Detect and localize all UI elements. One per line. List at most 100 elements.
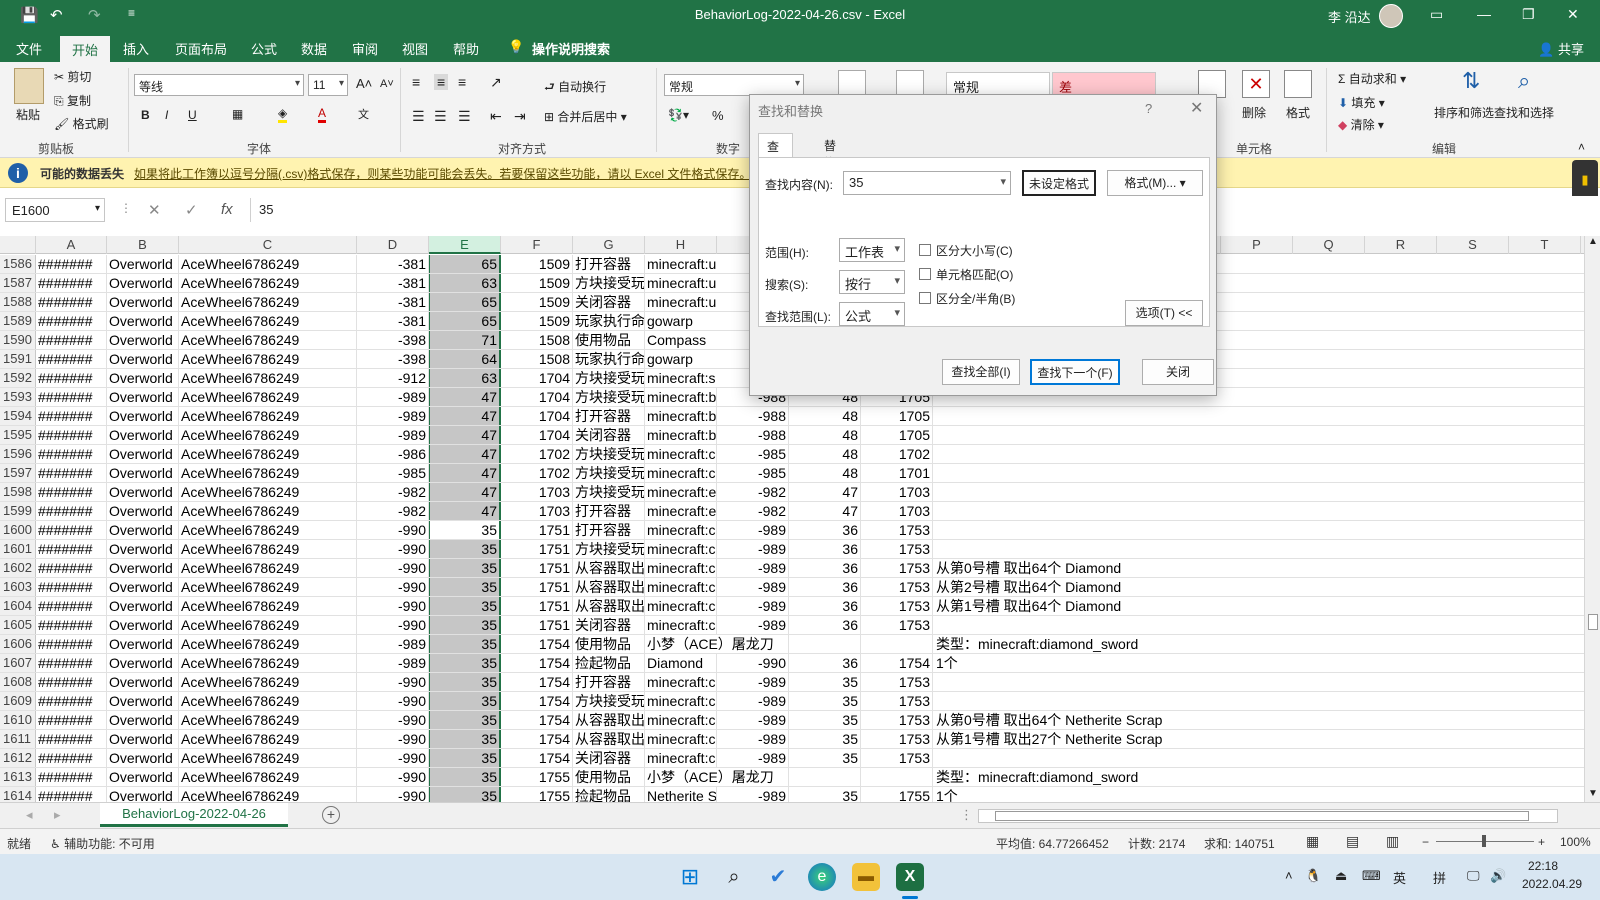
cell-h[interactable]: minecraft:b	[645, 388, 717, 406]
cell-g[interactable]: 方块接受玩	[573, 540, 645, 558]
cell-b[interactable]: Overworld	[107, 350, 179, 368]
cell-j[interactable]: 36	[789, 616, 861, 634]
cell-b[interactable]: Overworld	[107, 369, 179, 387]
chevron-down-icon[interactable]: ▾	[1000, 175, 1006, 188]
cell-k[interactable]: 1705	[861, 426, 933, 444]
cell-h[interactable]: minecraft:c	[645, 540, 717, 558]
row-header[interactable]: 1588	[0, 293, 36, 311]
scroll-down-icon[interactable]: ▼	[1588, 788, 1598, 799]
cell-l[interactable]	[933, 426, 936, 444]
cell-d[interactable]: -990	[357, 521, 429, 539]
qq-icon[interactable]: 🐧	[1305, 868, 1321, 884]
column-header-h[interactable]: H	[645, 236, 717, 254]
side-tool-icon[interactable]: ▮	[1572, 160, 1598, 200]
volume-icon[interactable]: 🔊	[1490, 868, 1506, 884]
cell-a[interactable]: #######	[36, 312, 107, 330]
cell-b[interactable]: Overworld	[107, 578, 179, 596]
row-header[interactable]: 1589	[0, 312, 36, 330]
cell-e[interactable]: 47	[429, 388, 501, 406]
cell-b[interactable]: Overworld	[107, 388, 179, 406]
cell-l[interactable]	[933, 749, 936, 767]
cell-a[interactable]: #######	[36, 711, 107, 729]
cell-i[interactable]: -982	[717, 483, 789, 501]
cell-k[interactable]: 1703	[861, 502, 933, 520]
file-explorer-icon[interactable]: ▬	[852, 863, 880, 891]
cell-i[interactable]: -989	[717, 559, 789, 577]
cell-e[interactable]: 35	[429, 635, 501, 653]
row-header[interactable]: 1608	[0, 673, 36, 691]
format-painter-button[interactable]: 🖌 格式刷	[54, 115, 109, 132]
sort-filter-button[interactable]: 排序和筛选	[1434, 104, 1494, 121]
cell-g[interactable]: 方块接受玩	[573, 369, 645, 387]
underline-button[interactable]: U	[188, 108, 197, 122]
fill-color-icon[interactable]: ◈	[278, 106, 288, 123]
cell-d[interactable]: -990	[357, 768, 429, 786]
cell-c[interactable]: AceWheel6786249	[179, 654, 357, 672]
cell-d[interactable]: -982	[357, 483, 429, 501]
cell-e[interactable]: 47	[429, 445, 501, 463]
cell-g[interactable]: 从容器取出	[573, 578, 645, 596]
cell-a[interactable]: #######	[36, 540, 107, 558]
vertical-scrollbar[interactable]: ▲ ▼	[1584, 236, 1600, 802]
scroll-thumb[interactable]	[1588, 614, 1598, 630]
options-button[interactable]: 选项(T) <<	[1125, 300, 1203, 326]
cell-d[interactable]: -990	[357, 711, 429, 729]
column-header-f[interactable]: F	[501, 236, 573, 254]
enter-icon[interactable]: ✓	[185, 201, 198, 219]
add-sheet-icon[interactable]: +	[322, 806, 340, 824]
cell-c[interactable]: AceWheel6786249	[179, 331, 357, 349]
decrease-indent-icon[interactable]: ⇤	[490, 108, 502, 125]
column-header-a[interactable]: A	[36, 236, 107, 254]
cell-j[interactable]: 36	[789, 654, 861, 672]
cell-i[interactable]: -985	[717, 445, 789, 463]
cell-i[interactable]: -989	[717, 521, 789, 539]
wrap-text-button[interactable]: ⮐ 自动换行	[544, 78, 606, 99]
cell-j[interactable]: 35	[789, 749, 861, 767]
cell-c[interactable]: AceWheel6786249	[179, 578, 357, 596]
cell-d[interactable]: -398	[357, 350, 429, 368]
shrink-font-icon[interactable]: A˅	[380, 78, 394, 90]
cell-c[interactable]: AceWheel6786249	[179, 635, 357, 653]
font-size-combo[interactable]: 11 ▾	[308, 74, 348, 96]
cell-e[interactable]: 35	[429, 597, 501, 615]
column-header-e[interactable]: E	[429, 236, 501, 254]
cell-e[interactable]: 35	[429, 768, 501, 786]
cell-e[interactable]: 64	[429, 350, 501, 368]
cell-b[interactable]: Overworld	[107, 445, 179, 463]
row-header[interactable]: 1599	[0, 502, 36, 520]
cell-e[interactable]: 35	[429, 749, 501, 767]
cell-b[interactable]: Overworld	[107, 312, 179, 330]
cell-d[interactable]: -990	[357, 578, 429, 596]
cell-h[interactable]: minecraft:c	[645, 616, 717, 634]
row-header[interactable]: 1602	[0, 559, 36, 577]
cell-f[interactable]: 1702	[501, 445, 573, 463]
row-header[interactable]: 1611	[0, 730, 36, 748]
cell-g[interactable]: 玩家执行命	[573, 312, 645, 330]
cell-e[interactable]: 47	[429, 483, 501, 501]
cell-e[interactable]: 35	[429, 540, 501, 558]
bold-button[interactable]: B	[141, 108, 150, 122]
cell-c[interactable]: AceWheel6786249	[179, 711, 357, 729]
find-select-button[interactable]: 查找和选择	[1494, 104, 1554, 121]
excel-icon[interactable]: X	[896, 863, 924, 891]
cell-c[interactable]: AceWheel6786249	[179, 559, 357, 577]
cell-c[interactable]: AceWheel6786249	[179, 407, 357, 425]
row-header[interactable]: 1596	[0, 445, 36, 463]
cell-f[interactable]: 1751	[501, 616, 573, 634]
cell-h[interactable]: minecraft:c	[645, 559, 717, 577]
cell-c[interactable]: AceWheel6786249	[179, 274, 357, 292]
column-header-q[interactable]: Q	[1293, 236, 1365, 254]
cell-c[interactable]: AceWheel6786249	[179, 293, 357, 311]
cell-j[interactable]: 48	[789, 464, 861, 482]
cell-c[interactable]: AceWheel6786249	[179, 597, 357, 615]
cell-f[interactable]: 1704	[501, 369, 573, 387]
cell-h[interactable]: minecraft:c	[645, 578, 717, 596]
number-format-combo[interactable]: 常规 ▾	[664, 74, 804, 96]
keyboard-icon[interactable]: ⌨	[1362, 868, 1381, 884]
name-box[interactable]: E1600 ▾	[5, 198, 105, 222]
cell-l[interactable]	[933, 521, 936, 539]
cell-d[interactable]: -989	[357, 407, 429, 425]
cell-d[interactable]: -912	[357, 369, 429, 387]
cell-g[interactable]: 从容器取出	[573, 730, 645, 748]
cell-c[interactable]: AceWheel6786249	[179, 388, 357, 406]
